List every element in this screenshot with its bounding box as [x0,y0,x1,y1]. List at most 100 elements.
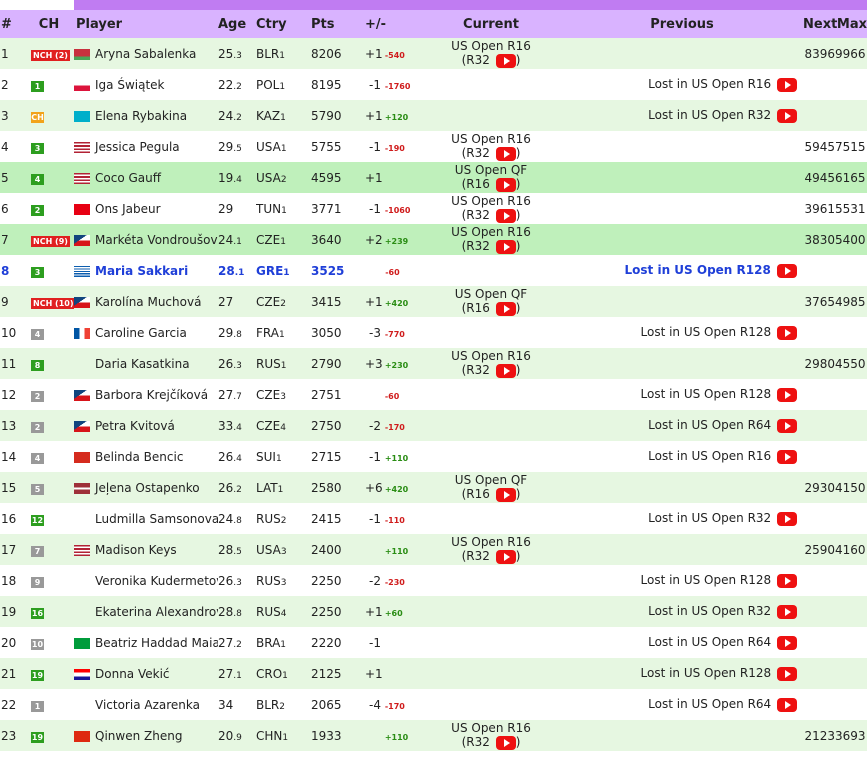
table-row[interactable]: 2 1 Iga Świątek 22.2 POL1 8195 -1 -1760 Lost in… [0,69,867,100]
table-row[interactable]: 11 8 Daria Kasatkina 26.3 RUS1 2790 +3 +230 US … [0,348,867,379]
player-name[interactable]: Barbora Krejčíková [95,388,208,402]
youtube-icon[interactable] [777,418,797,433]
table-row[interactable]: 6 2 Ons Jabeur 29 TUN1 3771 -1 -1060 US Open R1… [0,193,867,224]
player-cell[interactable]: Karolína Muchová [74,286,218,317]
table-row[interactable]: 4 3 Jessica Pegula 29.5 USA1 5755 -1 -190 US Op… [0,131,867,162]
player-name[interactable]: Petra Kvitová [95,419,175,433]
player-name[interactable]: Coco Gauff [95,171,161,185]
player-name[interactable]: Markéta Vondroušová [95,233,218,247]
player-name[interactable]: Beatriz Haddad Maia [95,636,218,650]
player-cell[interactable]: Veronika Kudermetova [74,565,218,596]
youtube-icon[interactable] [495,549,516,564]
youtube-icon[interactable] [777,449,797,464]
player-cell[interactable]: Jessica Pegula [74,131,218,162]
youtube-icon[interactable] [777,573,797,588]
player-name[interactable]: Victoria Azarenka [95,698,200,712]
player-cell[interactable]: Petra Kvitová [74,410,218,441]
player-cell[interactable]: Jeļena Ostapenko [74,472,218,503]
table-row[interactable]: 18 9 Veronika Kudermetova 26.3 RUS3 2250 -2 -2… [0,565,867,596]
table-row[interactable]: 22 1 Victoria Azarenka 34 BLR2 2065 -4 -170 Los… [0,689,867,720]
youtube-icon[interactable] [777,635,797,650]
youtube-icon[interactable] [495,239,516,254]
player-name[interactable]: Maria Sakkari [95,264,188,278]
table-row[interactable]: 7 NCH (9) Markéta Vondroušová 24.1 CZE1 3640 +… [0,224,867,255]
player-cell[interactable]: Barbora Krejčíková [74,379,218,410]
youtube-icon[interactable] [495,301,516,316]
player-cell[interactable]: Aryna Sabalenka [74,38,218,69]
player-name[interactable]: Ludmilla Samsonova [95,512,218,526]
player-cell[interactable]: Madison Keys [74,534,218,565]
table-row[interactable]: 8 3 Maria Sakkari 28.1 GRE1 3525 -60 Lost in U… [0,255,867,286]
table-row[interactable]: 14 4 Belinda Bencic 26.4 SUI1 2715 -1 +110 Lost… [0,441,867,472]
youtube-icon[interactable] [495,208,516,223]
player-name[interactable]: Qinwen Zheng [95,729,182,743]
col-rank[interactable]: # [0,0,24,38]
player-name[interactable]: Jessica Pegula [95,140,180,154]
table-row[interactable]: 20 10 Beatriz Haddad Maia 27.2 BRA1 2220 -1 Lo… [0,627,867,658]
player-name[interactable]: Veronika Kudermetova [95,574,218,588]
youtube-icon[interactable] [777,77,797,92]
table-row[interactable]: 16 12 Ludmilla Samsonova 24.8 RUS2 2415 -1 -11… [0,503,867,534]
player-cell[interactable]: Belinda Bencic [74,441,218,472]
youtube-icon[interactable] [777,511,797,526]
col-age[interactable]: Age [218,0,256,38]
youtube-icon[interactable] [495,363,516,378]
youtube-icon[interactable] [495,146,516,161]
player-cell[interactable]: Beatriz Haddad Maia [74,627,218,658]
player-cell[interactable]: Ekaterina Alexandrova [74,596,218,627]
player-name[interactable]: Aryna Sabalenka [95,47,196,61]
table-row[interactable]: 15 5 Jeļena Ostapenko 26.2 LAT1 2580 +6 +420 US… [0,472,867,503]
youtube-icon[interactable] [777,697,797,712]
youtube-icon[interactable] [495,487,516,502]
player-name[interactable]: Belinda Bencic [95,450,183,464]
col-previous[interactable]: Previous [561,0,803,38]
col-ctry[interactable]: Ctry [256,0,311,38]
col-change[interactable]: +/- [359,0,421,38]
table-row[interactable]: 23 19 Qinwen Zheng 20.9 CHN1 1933 +110 US Open… [0,720,867,751]
player-cell[interactable]: Elena Rybakina [74,100,218,131]
table-row[interactable]: 21 19 Donna Vekić 27.1 CRO1 2125 +1 Lost in US… [0,658,867,689]
col-next[interactable]: Next [803,0,837,38]
player-name[interactable]: Elena Rybakina [95,109,187,123]
player-cell[interactable]: Ons Jabeur [74,193,218,224]
col-max[interactable]: Max [835,0,867,38]
player-cell[interactable]: Maria Sakkari [74,255,218,286]
youtube-icon[interactable] [777,666,797,681]
player-name[interactable]: Madison Keys [95,543,177,557]
youtube-icon[interactable] [777,604,797,619]
player-cell[interactable]: Qinwen Zheng [74,720,218,751]
col-player[interactable]: Player [74,0,218,38]
player-name[interactable]: Jeļena Ostapenko [95,481,200,495]
table-row[interactable]: 9 NCH (10) Karolína Muchová 27 CZE2 3415 +1 +4… [0,286,867,317]
player-name[interactable]: Daria Kasatkina [95,357,190,371]
player-cell[interactable]: Donna Vekić [74,658,218,689]
youtube-icon[interactable] [495,177,516,192]
player-cell[interactable]: Markéta Vondroušová [74,224,218,255]
col-ch[interactable]: CH [24,0,74,38]
table-row[interactable]: 10 4 Caroline Garcia 29.8 FRA1 3050 -3 -770 Los… [0,317,867,348]
player-cell[interactable]: Caroline Garcia [74,317,218,348]
player-cell[interactable]: Daria Kasatkina [74,348,218,379]
col-current[interactable]: Current [421,0,561,38]
youtube-icon[interactable] [777,387,797,402]
table-row[interactable]: 1 NCH (2) Aryna Sabalenka 25.3 BLR1 8206 +1 -5… [0,38,867,69]
player-cell[interactable]: Coco Gauff [74,162,218,193]
col-pts[interactable]: Pts [311,0,359,38]
table-row[interactable]: 19 16 Ekaterina Alexandrova 28.8 RUS4 2250 +1 … [0,596,867,627]
player-cell[interactable]: Iga Świątek [74,69,218,100]
table-row[interactable]: 12 2 Barbora Krejčíková 27.7 CZE3 2751 -60 Los… [0,379,867,410]
player-cell[interactable]: Ludmilla Samsonova [74,503,218,534]
player-name[interactable]: Karolína Muchová [95,295,201,309]
player-name[interactable]: Donna Vekić [95,667,170,681]
table-row[interactable]: 17 7 Madison Keys 28.5 USA3 2400 +110 US Open … [0,534,867,565]
youtube-icon[interactable] [777,325,797,340]
youtube-icon[interactable] [495,735,516,750]
youtube-icon[interactable] [777,108,797,123]
player-name[interactable]: Ekaterina Alexandrova [95,605,218,619]
player-name[interactable]: Iga Świątek [95,78,164,92]
youtube-icon[interactable] [777,263,797,278]
player-name[interactable]: Ons Jabeur [95,202,161,216]
table-row[interactable]: 3 CH Elena Rybakina 24.2 KAZ1 5790 +1 +120 Lost… [0,100,867,131]
youtube-icon[interactable] [495,53,516,68]
player-name[interactable]: Caroline Garcia [95,326,187,340]
